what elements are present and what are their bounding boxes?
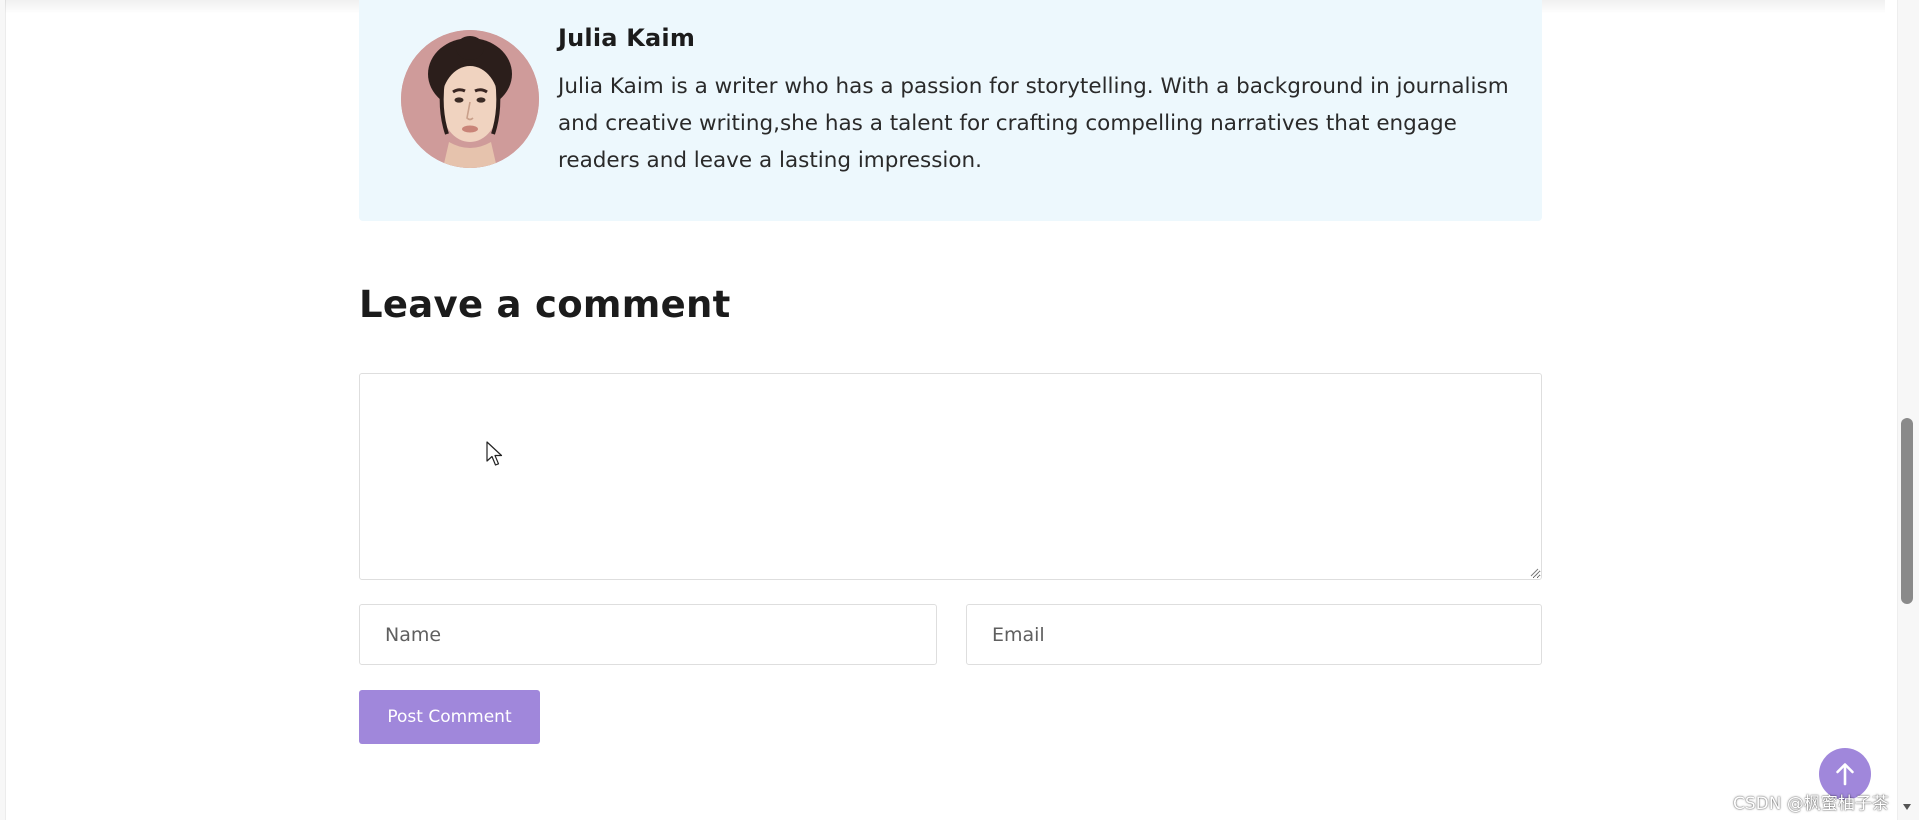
comment-textarea[interactable] (359, 373, 1542, 580)
author-bio-box: Julia Kaim Julia Kaim is a writer who ha… (359, 0, 1542, 221)
email-input[interactable] (966, 604, 1542, 665)
blog-post-page: Julia Kaim Julia Kaim is a writer who ha… (0, 0, 1919, 820)
csdn-watermark: CSDN @枫蜜柚子茶 (1733, 794, 1889, 814)
author-avatar (401, 30, 539, 168)
author-name: Julia Kaim (558, 24, 696, 52)
name-input[interactable] (359, 604, 937, 665)
author-portrait-image (401, 30, 539, 168)
scroll-down-arrow-icon[interactable] (1900, 802, 1914, 812)
textarea-resize-grip-icon[interactable] (1529, 567, 1539, 577)
comment-section-heading: Leave a comment (359, 283, 731, 326)
author-bio-text: Julia Kaim is a writer who has a passion… (558, 74, 1509, 173)
window-left-edge (0, 0, 6, 820)
scrollbar-thumb[interactable] (1901, 418, 1913, 604)
mouse-pointer-icon (486, 441, 503, 466)
post-comment-button[interactable]: Post Comment (359, 690, 540, 744)
vertical-scrollbar[interactable] (1897, 0, 1919, 820)
